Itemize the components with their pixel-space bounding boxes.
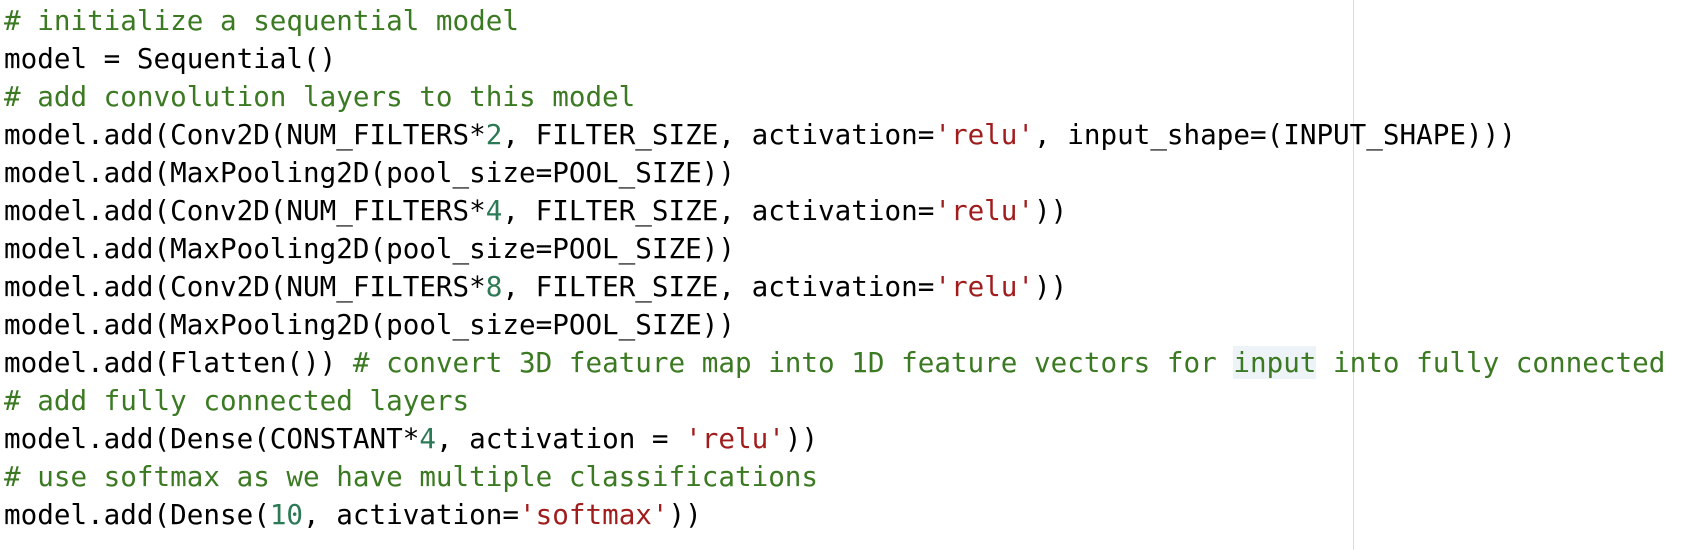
code-token: model.add(Dense( — [4, 498, 270, 531]
code-token: )) — [1034, 270, 1068, 303]
code-line[interactable]: model.add(MaxPooling2D(pool_size=POOL_SI… — [4, 230, 1665, 268]
number-token: 2 — [485, 118, 503, 151]
code-token: model.add(Conv2D(NUM_FILTERS* — [4, 118, 486, 151]
comment-token: # initialize a sequential model — [4, 4, 519, 37]
comment-token: # add convolution layers to this model — [4, 80, 636, 113]
code-line[interactable]: # add fully connected layers — [4, 382, 1665, 420]
code-line[interactable]: model.add(Dense(10, activation='softmax'… — [4, 496, 1665, 534]
code-block[interactable]: # initialize a sequential model model = S… — [4, 2, 1665, 534]
comment-token: # convert 3D feature map into 1D feature… — [352, 346, 1234, 379]
number-token: 4 — [419, 422, 436, 455]
code-line[interactable]: # initialize a sequential model — [4, 2, 1665, 40]
code-line[interactable]: model.add(Conv2D(NUM_FILTERS*2, FILTER_S… — [4, 116, 1665, 154]
code-token: )) — [1034, 194, 1068, 227]
code-token: , FILTER_SIZE, activation= — [502, 118, 935, 151]
code-editor[interactable]: # initialize a sequential model model = S… — [0, 0, 1706, 550]
code-token: )) — [668, 498, 702, 531]
code-token: model.add(Conv2D(NUM_FILTERS* — [4, 194, 486, 227]
code-line[interactable]: model.add(Dense(CONSTANT*4, activation =… — [4, 420, 1665, 458]
comment-token: # use softmax as we have multiple classi… — [4, 460, 819, 493]
number-token: 10 — [269, 498, 304, 531]
code-token: model.add(MaxPooling2D(pool_size=POOL_SI… — [4, 308, 735, 341]
code-line[interactable]: model.add(MaxPooling2D(pool_size=POOL_SI… — [4, 154, 1665, 192]
string-token: 'relu' — [685, 422, 785, 455]
string-token: 'relu' — [934, 194, 1035, 227]
code-token: , activation = — [435, 422, 686, 455]
number-token: 4 — [485, 194, 503, 227]
code-token: model.add(MaxPooling2D(pool_size=POOL_SI… — [4, 156, 735, 189]
code-line[interactable]: # use softmax as we have multiple classi… — [4, 458, 1665, 496]
code-token: , FILTER_SIZE, activation= — [502, 270, 935, 303]
code-token: , FILTER_SIZE, activation= — [502, 194, 935, 227]
code-token: model.add(MaxPooling2D(pool_size=POOL_SI… — [4, 232, 735, 265]
code-token: model.add(Dense(CONSTANT* — [4, 422, 420, 455]
string-token: 'relu' — [934, 270, 1035, 303]
code-line[interactable]: model = Sequential() — [4, 40, 1665, 78]
string-token: 'softmax' — [519, 498, 669, 531]
code-line[interactable]: model.add(Conv2D(NUM_FILTERS*8, FILTER_S… — [4, 268, 1665, 306]
code-token: model.add(Flatten()) — [4, 346, 353, 379]
code-token: , input_shape=(INPUT_SHAPE))) — [1034, 118, 1516, 151]
highlighted-word: input — [1233, 346, 1317, 379]
code-token: model = Sequential() — [4, 42, 337, 75]
string-token: 'relu' — [934, 118, 1035, 151]
code-line[interactable]: model.add(Flatten()) # convert 3D featur… — [4, 344, 1665, 382]
code-token: model.add(Conv2D(NUM_FILTERS* — [4, 270, 486, 303]
code-line[interactable]: # add convolution layers to this model — [4, 78, 1665, 116]
comment-token: # add fully connected layers — [4, 384, 470, 417]
code-line[interactable]: model.add(Conv2D(NUM_FILTERS*4, FILTER_S… — [4, 192, 1665, 230]
code-line[interactable]: model.add(MaxPooling2D(pool_size=POOL_SI… — [4, 306, 1665, 344]
code-token: , activation= — [303, 498, 520, 531]
number-token: 8 — [485, 270, 503, 303]
comment-token: into fully connected — [1316, 346, 1666, 379]
code-token: )) — [784, 422, 819, 455]
